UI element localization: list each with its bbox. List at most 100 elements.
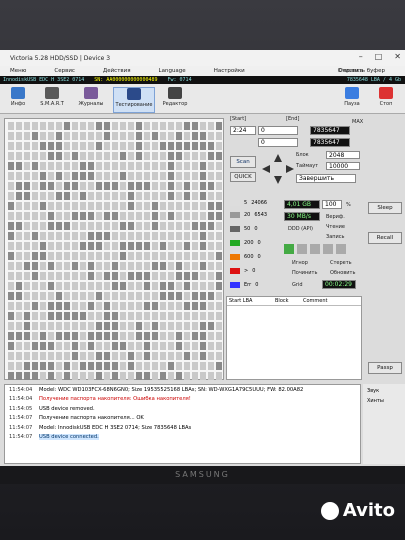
scan-block	[72, 232, 78, 240]
scan-block	[104, 172, 110, 180]
testing-tab[interactable]: Тестирование	[113, 87, 155, 113]
forward-icon[interactable]	[310, 244, 320, 254]
legend-row-err: Err 0	[230, 282, 258, 288]
scan-block	[160, 282, 166, 290]
timeout-select[interactable]: 10000	[326, 162, 360, 170]
stop-button[interactable]: Стоп	[370, 87, 402, 113]
menu-item-service[interactable]: Сервис	[54, 68, 75, 74]
scan-block	[104, 232, 110, 240]
scan-block	[120, 232, 126, 240]
scan-block	[168, 192, 174, 200]
scan-block	[128, 172, 134, 180]
scan-block	[152, 342, 158, 350]
scan-block	[16, 172, 22, 180]
sound-checkbox[interactable]: Звук	[367, 388, 379, 394]
scan-block	[72, 222, 78, 230]
remap-option[interactable]: Починить	[292, 270, 317, 276]
scan-block	[40, 242, 46, 250]
scan-block	[56, 342, 62, 350]
scan-block	[144, 172, 150, 180]
scan-block	[96, 212, 102, 220]
scan-block	[152, 242, 158, 250]
scan-block	[200, 242, 206, 250]
scan-block	[144, 342, 150, 350]
scan-block	[104, 342, 110, 350]
info-tab[interactable]: Инфо	[2, 87, 34, 113]
grid-checkbox[interactable]: Grid	[292, 282, 303, 288]
scan-block	[96, 352, 102, 360]
block-size-select[interactable]: 2048	[326, 151, 360, 159]
scan-block	[32, 202, 38, 210]
passp-button[interactable]: Passp	[368, 362, 402, 374]
ddd-api-option[interactable]: DDD (API)	[288, 226, 313, 232]
device-status-line: InnodiskUSB EDC H 3SE2 0714 SN: AA000000…	[0, 76, 405, 84]
scan-block	[80, 302, 86, 310]
menu-item-language[interactable]: Language	[159, 68, 186, 74]
smart-tab[interactable]: S.M.A.R.T	[36, 87, 68, 113]
editor-tab[interactable]: Редактор	[159, 87, 191, 113]
scan-block	[168, 332, 174, 340]
play-icon[interactable]	[284, 244, 294, 254]
minimize-icon[interactable]: –	[359, 52, 363, 61]
scan-block	[200, 292, 206, 300]
scan-block	[96, 182, 102, 190]
end-lba-field[interactable]: 7835647	[310, 126, 350, 135]
menu-item-actions[interactable]: Действия	[103, 68, 131, 74]
scan-block	[112, 222, 118, 230]
menu-item-main[interactable]: Меню	[10, 68, 26, 74]
hints-checkbox[interactable]: Хинты	[367, 398, 384, 404]
recall-button[interactable]: Recall	[368, 232, 402, 244]
scan-block	[216, 132, 222, 140]
close-icon[interactable]: ✕	[394, 52, 401, 61]
scan-block	[32, 182, 38, 190]
scan-block	[80, 222, 86, 230]
scan-block	[120, 372, 126, 380]
scan-block	[40, 322, 46, 330]
back-icon[interactable]	[297, 244, 307, 254]
scan-block	[144, 252, 150, 260]
scan-block	[192, 132, 198, 140]
scan-block	[96, 162, 102, 170]
sleep-button[interactable]: Sleep	[368, 202, 402, 214]
menu-item-settings[interactable]: Настройки	[214, 68, 245, 74]
scan-block	[64, 322, 70, 330]
scan-block	[184, 212, 190, 220]
scan-block	[64, 122, 70, 130]
scan-block	[136, 192, 142, 200]
skip-end-icon[interactable]	[336, 244, 346, 254]
logs-tab[interactable]: Журналы	[75, 87, 107, 113]
start-lba-field[interactable]: 0	[258, 126, 298, 135]
scan-block	[104, 242, 110, 250]
column-start-lba: Start LBA	[229, 298, 253, 304]
legend-swatch	[230, 240, 240, 246]
scan-block	[192, 242, 198, 250]
scan-block	[136, 342, 142, 350]
scan-block	[152, 142, 158, 150]
skip-back-icon[interactable]	[323, 244, 333, 254]
write-option[interactable]: Запись	[326, 234, 344, 240]
scan-block	[192, 372, 198, 380]
ignore-option[interactable]: Игнор	[292, 260, 308, 266]
end-lba-field-2[interactable]: 7835647	[310, 138, 350, 147]
start-lba-field-2[interactable]: 0	[258, 138, 298, 147]
legend-swatch	[230, 212, 240, 218]
scan-block	[64, 282, 70, 290]
clear-buffer-button[interactable]: Очистить буфер	[338, 68, 385, 74]
scan-button[interactable]: Scan	[230, 156, 256, 168]
scan-block	[64, 332, 70, 340]
event-log: 11:54:04 Model: WDC WD103FCX-68N6GN0; Siz…	[4, 384, 361, 464]
pause-button[interactable]: Пауза	[336, 87, 368, 113]
scan-block	[192, 162, 198, 170]
refresh-option[interactable]: Обновить	[330, 270, 355, 276]
end-action-select[interactable]: Завершить	[296, 174, 356, 183]
log-message: Получение паспорта накопителя: Ошибка на…	[39, 396, 191, 403]
verify-option[interactable]: Вериф.	[326, 214, 345, 220]
erase-option[interactable]: Стереть	[330, 260, 352, 266]
quick-button[interactable]: QUICK	[230, 172, 256, 182]
maximize-icon[interactable]: □	[375, 52, 383, 61]
scan-block	[192, 152, 198, 160]
scan-block	[176, 172, 182, 180]
nav-arrows-icon[interactable]	[262, 154, 294, 184]
read-option[interactable]: Чтение	[326, 224, 345, 230]
scan-block	[72, 302, 78, 310]
